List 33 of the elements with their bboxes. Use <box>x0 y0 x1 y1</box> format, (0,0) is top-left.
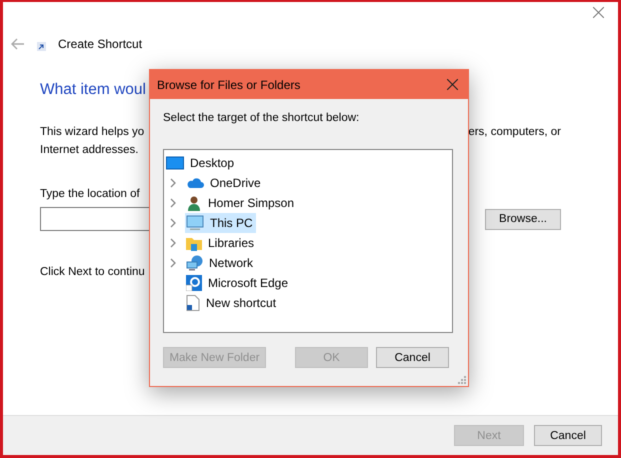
wizard-heading: What item woul <box>40 81 146 99</box>
back-arrow-icon[interactable] <box>11 38 25 50</box>
close-icon[interactable] <box>447 79 458 90</box>
person-icon <box>186 195 202 211</box>
tree-item[interactable]: Microsoft Edge <box>185 273 292 293</box>
tree-item[interactable]: Homer Simpson <box>185 193 298 213</box>
file-shortcut-icon <box>186 295 200 311</box>
tree-item[interactable]: OneDrive <box>185 173 264 193</box>
network-icon <box>186 255 203 271</box>
tree-item[interactable]: New shortcut <box>185 293 280 313</box>
cloud-icon <box>186 177 204 189</box>
close-icon[interactable] <box>593 7 604 18</box>
edge-icon <box>186 275 202 291</box>
dialog-instruction: Select the target of the shortcut below: <box>163 112 360 124</box>
dialog-button[interactable]: Cancel <box>376 347 449 368</box>
next-hint: Click Next to continu <box>40 266 145 278</box>
intro-text: ers, computers, or <box>468 126 561 138</box>
tree-item[interactable]: Desktop <box>165 153 238 173</box>
resize-grip-icon[interactable] <box>457 375 466 384</box>
intro-text: This wizard helps yo <box>40 126 144 138</box>
browse-button[interactable]: Browse... <box>485 208 561 230</box>
tree-item[interactable]: This PC <box>185 213 256 233</box>
intro-text: Internet addresses. <box>40 144 138 156</box>
tree-item[interactable]: Libraries <box>185 233 258 253</box>
location-label: Type the location of <box>40 188 140 200</box>
dialog-title: Browse for Files or Folders <box>157 78 300 92</box>
window-title: Create Shortcut <box>58 36 142 50</box>
wizard-button[interactable]: Cancel <box>534 425 602 446</box>
shortcut-icon <box>37 42 46 51</box>
tree-item[interactable]: Network <box>185 253 256 273</box>
folder-icon <box>186 235 202 251</box>
desktop-icon <box>166 156 184 170</box>
monitor-icon <box>186 215 204 231</box>
